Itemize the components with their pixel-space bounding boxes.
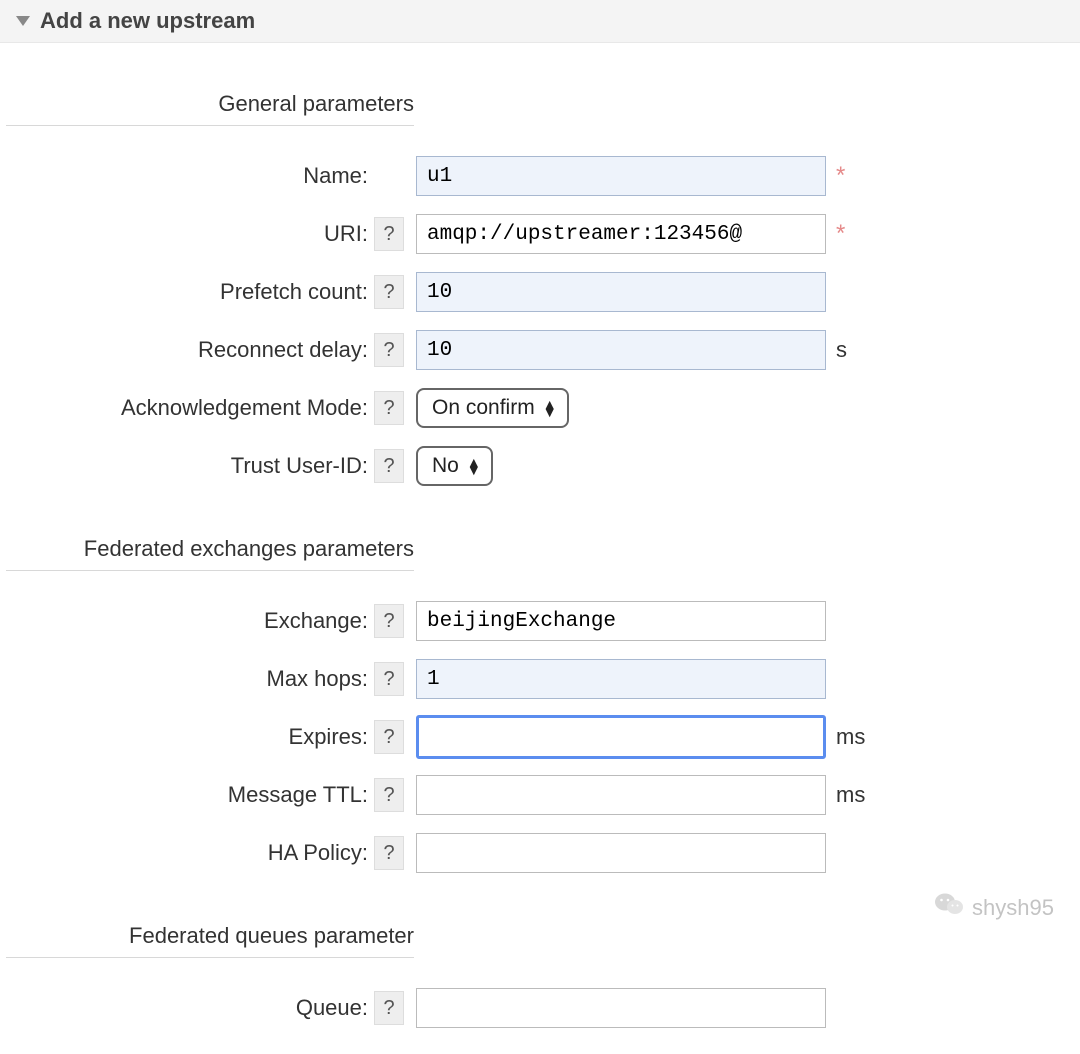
group-heading-general: General parameters [6,73,414,126]
label-max-hops: Max hops: [6,666,374,692]
label-ha-policy: HA Policy: [6,840,374,866]
suffix-reconnect: s [826,337,886,363]
row-prefetch: Prefetch count: ? [6,270,1074,314]
label-exchange: Exchange: [6,608,374,634]
form-area: General parameters Name: * URI: ? * Pref… [0,43,1080,1054]
help-icon[interactable]: ? [374,449,404,483]
reconnect-input[interactable] [416,330,826,370]
row-msg-ttl: Message TTL: ? ms [6,773,1074,817]
row-queue: Queue: ? [6,986,1074,1030]
label-expires: Expires: [6,724,374,750]
help-icon[interactable]: ? [374,217,404,251]
trust-uid-select[interactable]: No ▲▼ [416,446,493,486]
help-icon[interactable]: ? [374,720,404,754]
group-heading-fed-q: Federated queues parameter [6,905,414,958]
row-ha-policy: HA Policy: ? [6,831,1074,875]
suffix-expires: ms [826,724,886,750]
required-mark: * [836,220,845,247]
row-name: Name: * [6,154,1074,198]
watermark: shysh95 [934,891,1054,924]
exchange-input[interactable] [416,601,826,641]
row-trust-uid: Trust User-ID: ? No ▲▼ [6,444,1074,488]
help-icon[interactable]: ? [374,778,404,812]
help-icon[interactable]: ? [374,662,404,696]
expires-input[interactable] [416,715,826,759]
label-ack-mode: Acknowledgement Mode: [6,395,374,421]
label-name: Name: [6,163,374,189]
queue-input[interactable] [416,988,826,1028]
watermark-text: shysh95 [972,895,1054,921]
trust-uid-value: No [432,454,459,478]
label-trust-uid: Trust User-ID: [6,453,374,479]
group-heading-fed-ex: Federated exchanges parameters [6,518,414,571]
help-icon[interactable]: ? [374,991,404,1025]
label-reconnect: Reconnect delay: [6,337,374,363]
required-mark: * [836,162,845,189]
section-title: Add a new upstream [40,8,255,34]
ha-policy-input[interactable] [416,833,826,873]
row-expires: Expires: ? ms [6,715,1074,759]
prefetch-input[interactable] [416,272,826,312]
section-header[interactable]: Add a new upstream [0,0,1080,43]
collapse-toggle-icon[interactable] [16,16,30,26]
label-queue: Queue: [6,995,374,1021]
row-reconnect: Reconnect delay: ? s [6,328,1074,372]
wechat-icon [934,891,964,924]
uri-input[interactable] [416,214,826,254]
help-icon[interactable]: ? [374,836,404,870]
row-exchange: Exchange: ? [6,599,1074,643]
help-icon[interactable]: ? [374,333,404,367]
select-arrows-icon: ▲▼ [543,400,557,416]
name-input[interactable] [416,156,826,196]
label-msg-ttl: Message TTL: [6,782,374,808]
help-icon[interactable]: ? [374,604,404,638]
row-uri: URI: ? * [6,212,1074,256]
row-ack-mode: Acknowledgement Mode: ? On confirm ▲▼ [6,386,1074,430]
suffix-msg-ttl: ms [826,782,886,808]
help-icon[interactable]: ? [374,275,404,309]
row-max-hops: Max hops: ? [6,657,1074,701]
label-prefetch: Prefetch count: [6,279,374,305]
label-uri: URI: [6,221,374,247]
help-icon[interactable]: ? [374,391,404,425]
msg-ttl-input[interactable] [416,775,826,815]
ack-mode-select[interactable]: On confirm ▲▼ [416,388,569,428]
max-hops-input[interactable] [416,659,826,699]
select-arrows-icon: ▲▼ [467,458,481,474]
ack-mode-value: On confirm [432,396,535,420]
